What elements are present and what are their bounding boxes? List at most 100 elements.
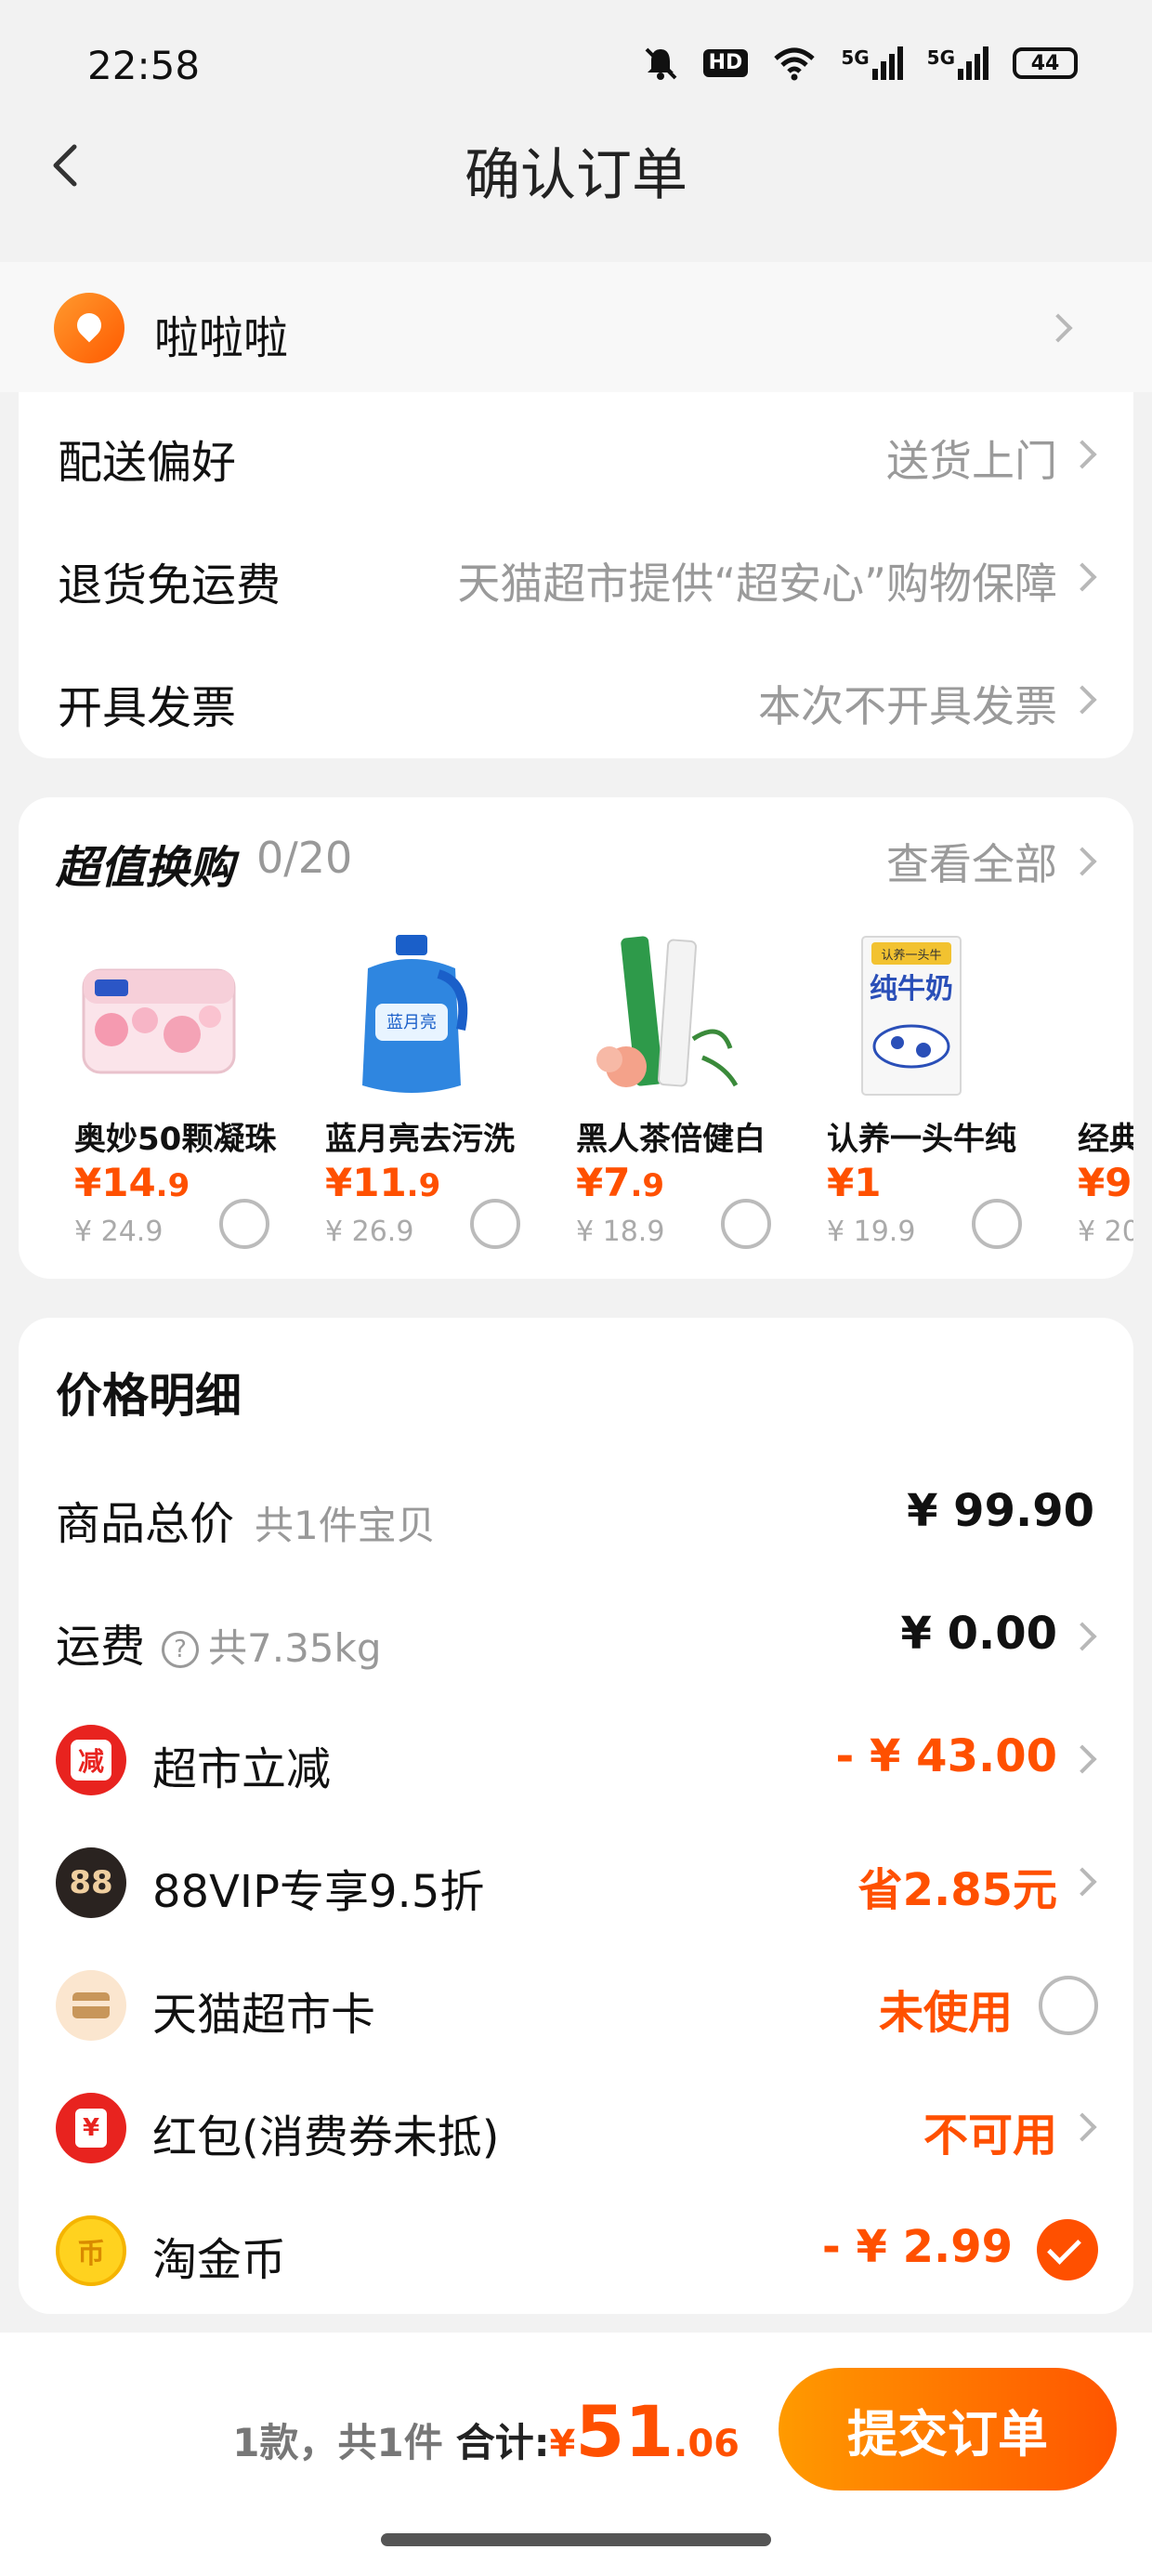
address-text: 啦啦啦: [154, 312, 289, 364]
gold-coin-icon: 币: [56, 2215, 126, 2286]
help-icon[interactable]: ?: [162, 1631, 200, 1668]
red-packet-icon: ¥: [56, 2093, 126, 2163]
wifi-icon: [774, 47, 815, 81]
price-label: 淘金币: [152, 2234, 287, 2286]
5g-signal-icon: 5G: [841, 46, 903, 80]
card-icon: [56, 1970, 126, 2041]
home-indicator[interactable]: [381, 2533, 771, 2546]
price-label: 红包(消费券未抵): [152, 2111, 500, 2163]
option-value: 本次不开具发票: [758, 681, 1057, 731]
exchange-title: 超值换购: [56, 842, 235, 894]
gold-coin-row[interactable]: 币 淘金币 - ¥ 2.99: [19, 2193, 1133, 2305]
price-value: - ¥ 43.00: [835, 1730, 1057, 1782]
5g-signal-icon: 5G: [927, 46, 988, 80]
product-price: ¥11.9: [325, 1160, 441, 1205]
product-price: ¥7.9: [576, 1160, 665, 1205]
price-label: 商品总价 共1件宝贝: [56, 1498, 436, 1550]
supermarket-card-row[interactable]: 天猫超市卡 未使用: [19, 1948, 1133, 2059]
exchange-product[interactable]: 蓝月亮 蓝月亮去污洗 ¥11.9 ¥ 26.9: [288, 927, 531, 1271]
price-label: 超市立减: [152, 1743, 332, 1795]
chevron-right-icon: [1067, 847, 1097, 876]
price-details-card: 价格明细 商品总价 共1件宝贝 ¥ 99.90 运费? 共7.35kg ¥ 0.00…: [19, 1318, 1133, 2314]
location-pin-icon: [54, 293, 124, 363]
option-value: 送货上门: [886, 436, 1057, 486]
product-price: ¥1: [827, 1160, 882, 1205]
delivery-options-card: 配送偏好 送货上门 退货免运费 天猫超市提供“超安心”购物保障 开具发票 本次不…: [19, 392, 1133, 758]
total-currency: ¥: [549, 2423, 576, 2465]
product-name: 奥妙50颗凝珠: [74, 1121, 277, 1158]
vip-88-icon: 88: [56, 1847, 126, 1918]
price-value: ¥ 99.90: [907, 1485, 1094, 1537]
option-value: 天猫超市提供“超安心”购物保障: [457, 559, 1057, 609]
chevron-right-icon: [1067, 440, 1097, 469]
select-radio[interactable]: [721, 1199, 771, 1249]
svg-text:认养一头牛: 认养一头牛: [881, 948, 941, 963]
invoice-row[interactable]: 开具发票 本次不开具发票: [19, 643, 1133, 755]
price-value: 不可用: [923, 2109, 1057, 2162]
price-value: 省2.85元: [857, 1864, 1057, 1916]
total-integer: 51: [575, 2390, 674, 2473]
chevron-right-icon: [1067, 1622, 1097, 1651]
view-all-link[interactable]: 查看全部: [886, 831, 1057, 892]
page-title: 确认订单: [465, 143, 687, 208]
chevron-right-icon: [1067, 1744, 1097, 1774]
price-title: 价格明细: [56, 1369, 242, 1423]
vip-discount-row[interactable]: 88 88VIP专享9.5折 省2.85元: [19, 1825, 1133, 1937]
product-image: [82, 968, 236, 1074]
exchange-card: 超值换购 0/20 查看全部 奥妙50颗凝珠 ¥14.9 ¥ 24.9 蓝月亮 …: [19, 797, 1133, 1279]
price-label: 88VIP专享9.5折: [152, 1866, 485, 1918]
card-toggle-radio[interactable]: [1039, 1976, 1098, 2035]
submit-order-button[interactable]: 提交订单: [779, 2368, 1117, 2491]
status-bar: 22:58 HD 5G 5G 44: [0, 0, 1152, 139]
svg-text:蓝月亮: 蓝月亮: [386, 1013, 437, 1032]
chevron-right-icon: [1067, 1867, 1097, 1897]
address-row[interactable]: 啦啦啦: [0, 262, 1152, 392]
product-name: 经典: [1078, 1121, 1133, 1158]
total-price-row: 商品总价 共1件宝贝 ¥ 99.90: [19, 1457, 1133, 1569]
product-original-price: ¥ 20: [1078, 1216, 1133, 1248]
option-label: 开具发票: [58, 682, 237, 734]
chevron-right-icon: [1067, 2112, 1097, 2142]
supermarket-discount-row[interactable]: 减 超市立减 - ¥ 43.00: [19, 1702, 1133, 1814]
price-label: 运费? 共7.35kg: [56, 1621, 382, 1673]
product-image: [596, 936, 739, 1087]
chevron-right-icon: [1067, 685, 1097, 715]
item-count: 1款，共1件: [232, 2420, 443, 2465]
exchange-product[interactable]: 认养一头牛 纯牛奶 认养一头牛纯 ¥1 ¥ 19.9: [790, 927, 1033, 1271]
product-image: 蓝月亮: [362, 935, 468, 1093]
status-time: 22:58: [87, 43, 201, 88]
option-label: 配送偏好: [58, 437, 237, 489]
battery-icon: 44: [1013, 47, 1078, 79]
chevron-right-icon: [1043, 313, 1073, 343]
product-image: 认养一头牛 纯牛奶: [861, 936, 962, 1096]
product-original-price: ¥ 26.9: [325, 1216, 414, 1248]
return-shipping-row[interactable]: 退货免运费 天猫超市提供“超安心”购物保障: [19, 520, 1133, 632]
price-value: - ¥ 2.99: [821, 2221, 1013, 2273]
select-radio[interactable]: [219, 1199, 269, 1249]
exchange-product[interactable]: 奥妙50颗凝珠 ¥14.9 ¥ 24.9: [37, 927, 281, 1271]
order-summary: 1款，共1件 合计: ¥ 51 .06: [232, 2390, 740, 2473]
total-label: 合计:: [455, 2420, 550, 2465]
select-radio[interactable]: [972, 1199, 1022, 1249]
delivery-preference-row[interactable]: 配送偏好 送货上门: [19, 398, 1133, 509]
bell-off-icon: [645, 47, 677, 80]
select-radio[interactable]: [470, 1199, 520, 1249]
red-packet-row[interactable]: ¥ 红包(消费券未抵) 不可用: [19, 2070, 1133, 2182]
hd-icon: HD: [702, 49, 749, 77]
exchange-product[interactable]: 黑人茶倍健白 ¥7.9 ¥ 18.9: [539, 927, 782, 1271]
checked-icon[interactable]: [1037, 2219, 1098, 2280]
total-decimal: .06: [674, 2423, 740, 2465]
product-price: ¥14.9: [74, 1160, 190, 1205]
product-original-price: ¥ 18.9: [576, 1216, 665, 1248]
discount-icon: 减: [56, 1725, 126, 1795]
product-original-price: ¥ 24.9: [74, 1216, 164, 1248]
exchange-product[interactable]: 经典 ¥9. ¥ 20: [1041, 927, 1133, 1271]
product-original-price: ¥ 19.9: [827, 1216, 916, 1248]
shipping-row[interactable]: 运费? 共7.35kg ¥ 0.00: [19, 1580, 1133, 1691]
price-label: 天猫超市卡: [152, 1989, 376, 2041]
product-name: 认养一头牛纯: [827, 1121, 1016, 1158]
view-all-label: 查看全部: [886, 839, 1057, 889]
status-icons: HD 5G 5G 44: [642, 45, 1078, 82]
chevron-right-icon: [1067, 562, 1097, 592]
price-value: 未使用: [878, 1987, 1013, 2039]
